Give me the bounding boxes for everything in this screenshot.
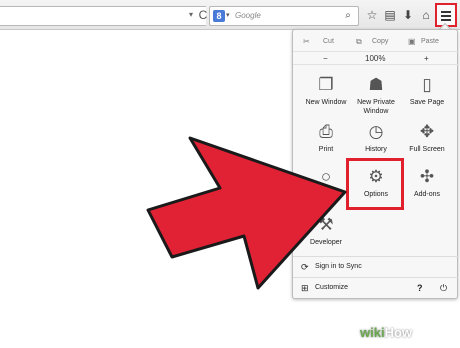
watermark-wiki: wiki (360, 325, 385, 340)
watermark-how: How (384, 325, 413, 340)
browser-window: ▾ C 8 ▾ Google ⌕ ☆ ▤ ⬇ ⌂ ✂ Cut ⧉ Copy ▣ … (0, 0, 460, 348)
red-arrow-icon (146, 136, 347, 290)
pointer-arrow (146, 136, 347, 290)
wikihow-watermark: wikiHow (360, 324, 412, 342)
